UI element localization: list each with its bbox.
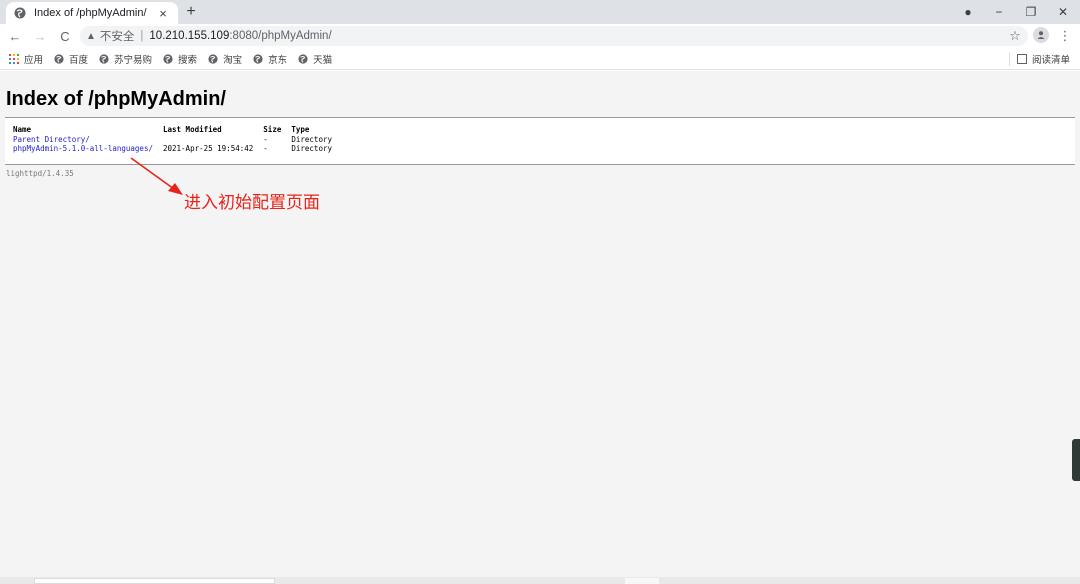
arrow-head xyxy=(168,183,183,195)
arrow-shaft xyxy=(130,157,175,190)
annotation-arrow xyxy=(130,157,183,195)
bottom-widget xyxy=(625,578,659,584)
bottom-strip xyxy=(0,577,1080,584)
side-widget-tab[interactable] xyxy=(1072,439,1080,481)
bottom-widget xyxy=(34,578,275,584)
